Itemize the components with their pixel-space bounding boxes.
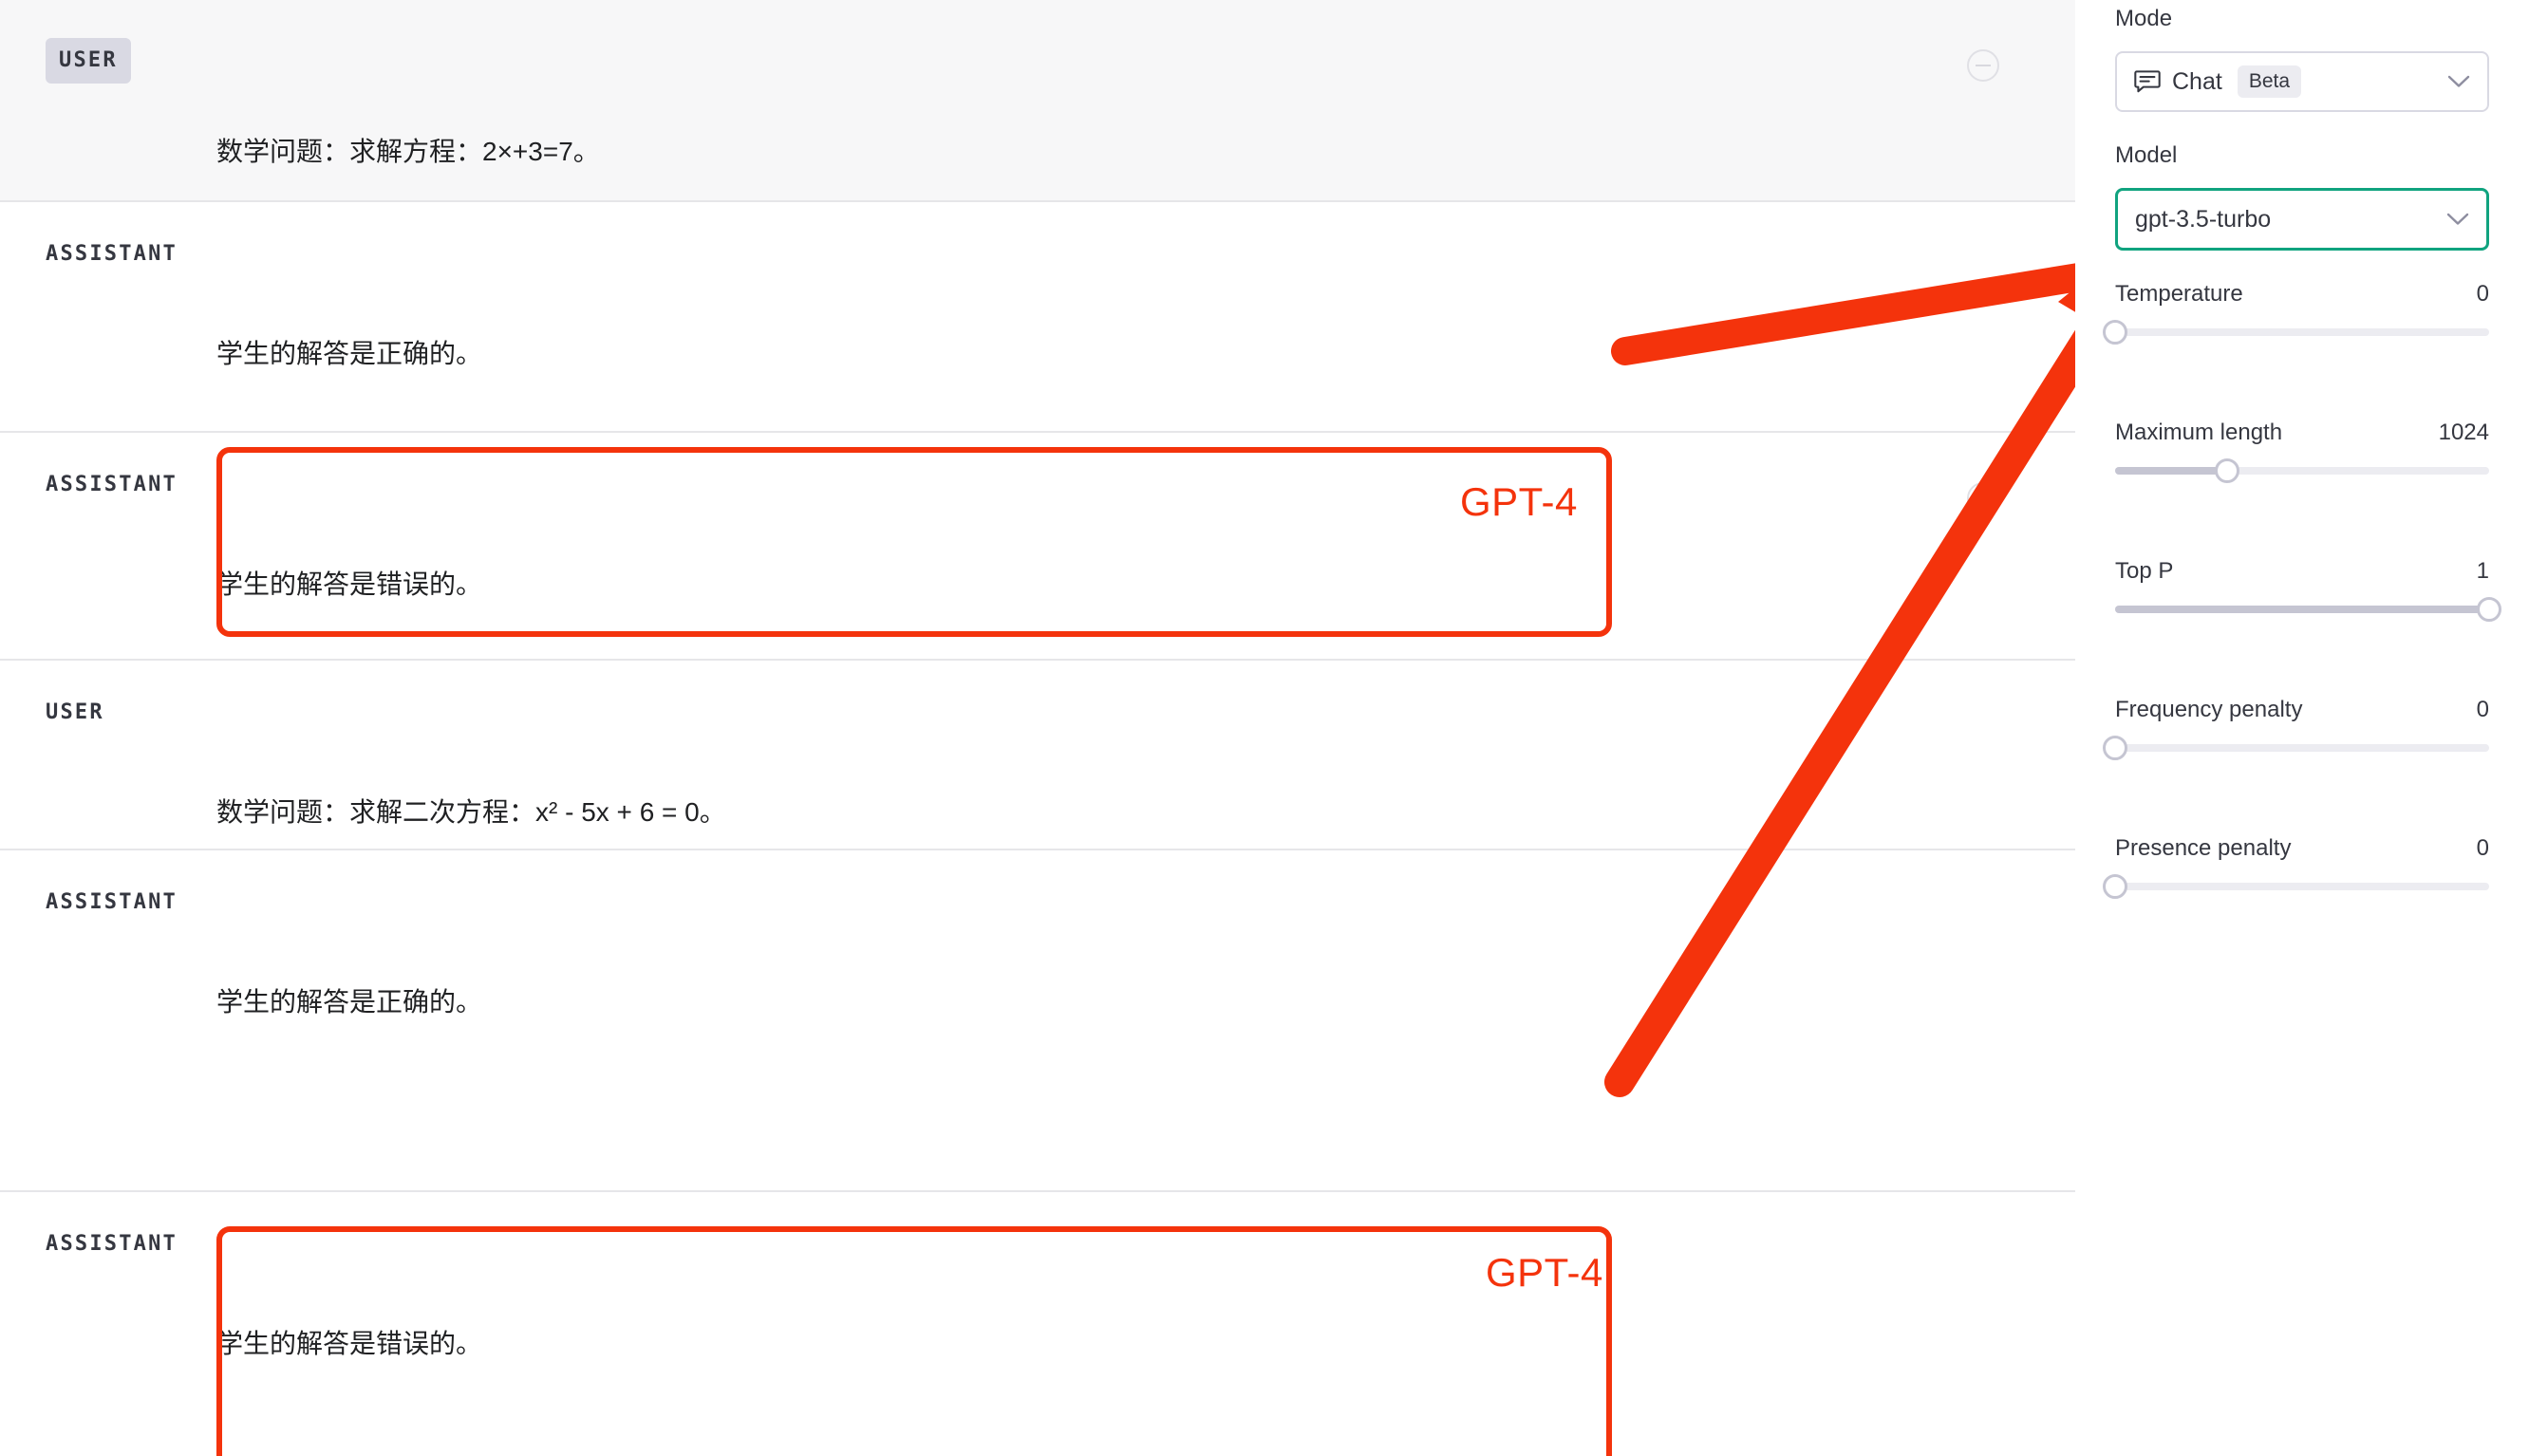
role-cell: ASSISTANT: [0, 202, 216, 265]
slider-value: 0: [2476, 835, 2489, 861]
slider-track[interactable]: [2115, 458, 2489, 483]
slider-label: Maximum length: [2115, 420, 2283, 445]
slider-thumb[interactable]: [2103, 320, 2127, 345]
slider-thumb[interactable]: [2477, 597, 2501, 622]
gpt4-annotation-label: GPT-4: [1460, 479, 1578, 524]
slider-fill: [2115, 467, 2228, 475]
chat-message-list: USER 数学问题：求解方程：2×+3=7。 学生的解答是：x=4。 ASSIS…: [0, 0, 2075, 1456]
chat-message-assistant-highlighted[interactable]: ASSISTANT 学生的解答是错误的。 将x=2和x=4代入方程x² - 5x…: [0, 1192, 2075, 1456]
circle-minus-icon[interactable]: [1967, 482, 1999, 514]
model-select[interactable]: gpt-3.5-turbo: [2115, 188, 2489, 251]
message-line: 学生的解答是错误的。: [216, 569, 483, 600]
role-badge-user[interactable]: USER: [46, 38, 131, 84]
slider-thumb[interactable]: [2103, 874, 2127, 899]
slider-thumb[interactable]: [2103, 736, 2127, 760]
slider-track[interactable]: [2115, 597, 2501, 622]
role-badge-assistant[interactable]: ASSISTANT: [46, 1234, 178, 1255]
slider-label: Temperature: [2115, 281, 2243, 307]
role-badge-assistant[interactable]: ASSISTANT: [46, 475, 178, 495]
gpt4-annotation-label: GPT-4: [1486, 1250, 1603, 1295]
slider-value: 1024: [2438, 420, 2489, 445]
mode-label: Mode: [2115, 6, 2173, 31]
chat-message-assistant[interactable]: ASSISTANT 学生的解答是正确的。 将x=4代入方程2×+3=7中，得到2…: [0, 202, 2075, 629]
role-badge-assistant[interactable]: ASSISTANT: [46, 892, 178, 913]
playground-screen: USER 数学问题：求解方程：2×+3=7。 学生的解答是：x=4。 ASSIS…: [0, 0, 2529, 1456]
role-badge-assistant[interactable]: ASSISTANT: [46, 244, 178, 265]
slider-value: 0: [2476, 697, 2489, 722]
slider-temperature[interactable]: Temperature 0: [2103, 281, 2489, 345]
slider-value: 1: [2476, 558, 2489, 584]
slider-header: Top P 1: [2115, 558, 2489, 585]
message-line: 学生的解答是正确的。: [216, 987, 483, 1017]
chat-bubble-icon: [2134, 70, 2161, 93]
role-cell: USER: [0, 0, 216, 84]
model-label: Model: [2115, 142, 2178, 168]
chat-message-user[interactable]: USER 数学问题：求解方程：2×+3=7。 学生的解答是：x=4。: [0, 0, 2075, 304]
role-cell: ASSISTANT: [0, 850, 216, 913]
slider-fill: [2115, 606, 2489, 613]
settings-sidebar: Mode Chat Beta Model gpt-3.5-turbo Tempe…: [2075, 0, 2529, 1456]
slider-header: Temperature 0: [2115, 281, 2489, 308]
slider-thumb[interactable]: [2215, 458, 2240, 483]
slider-frequency-penalty[interactable]: Frequency penalty 0: [2103, 697, 2489, 760]
chat-message-user[interactable]: USER 数学问题：求解二次方程：x² - 5x + 6 = 0。 学生的解答是…: [0, 661, 2075, 964]
chat-message-assistant-highlighted[interactable]: ASSISTANT 学生的解答是错误的。 将x=4代入方程2x+3=7中，得到2…: [0, 433, 2075, 860]
slider-label: Top P: [2115, 558, 2174, 584]
slider-label: Frequency penalty: [2115, 697, 2303, 722]
beta-badge: Beta: [2237, 65, 2302, 98]
role-cell: USER: [0, 661, 216, 723]
slider-track[interactable]: [2103, 736, 2489, 760]
role-cell: ASSISTANT: [0, 433, 216, 495]
mode-value: Chat: [2172, 67, 2222, 95]
slider-track[interactable]: [2103, 320, 2489, 345]
model-value: gpt-3.5-turbo: [2135, 205, 2272, 233]
slider-label: Presence penalty: [2115, 835, 2292, 861]
message-content[interactable]: 学生的解答是错误的。 将x=2和x=4代入方程x² - 5x + 6 = 0中，…: [216, 1192, 2075, 1456]
message-line: 数学问题：求解二次方程：x² - 5x + 6 = 0。: [216, 797, 726, 828]
slider-header: Frequency penalty 0: [2115, 697, 2489, 723]
role-cell: ASSISTANT: [0, 1192, 216, 1255]
slider-top-p[interactable]: Top P 1: [2115, 558, 2501, 622]
slider-header: Presence penalty 0: [2115, 835, 2489, 862]
slider-maximum-length[interactable]: Maximum length 1024: [2115, 420, 2489, 483]
chevron-down-icon[interactable]: [2446, 213, 2469, 226]
message-line: 学生的解答是错误的。: [216, 1329, 483, 1359]
slider-value: 0: [2476, 281, 2489, 307]
message-line: 数学问题：求解方程：2×+3=7。: [216, 137, 600, 167]
chevron-down-icon[interactable]: [2447, 75, 2470, 88]
message-line: 学生的解答是正确的。: [216, 339, 483, 369]
role-badge-user[interactable]: USER: [46, 702, 104, 723]
slider-presence-penalty[interactable]: Presence penalty 0: [2103, 835, 2489, 899]
chat-message-assistant[interactable]: ASSISTANT 学生的解答是正确的。 将x=2和x=4代入方程x² - 5x…: [0, 850, 2075, 1415]
circle-minus-icon[interactable]: [1967, 49, 1999, 82]
slider-track[interactable]: [2103, 874, 2489, 899]
slider-header: Maximum length 1024: [2115, 420, 2489, 446]
mode-select[interactable]: Chat Beta: [2115, 51, 2489, 112]
